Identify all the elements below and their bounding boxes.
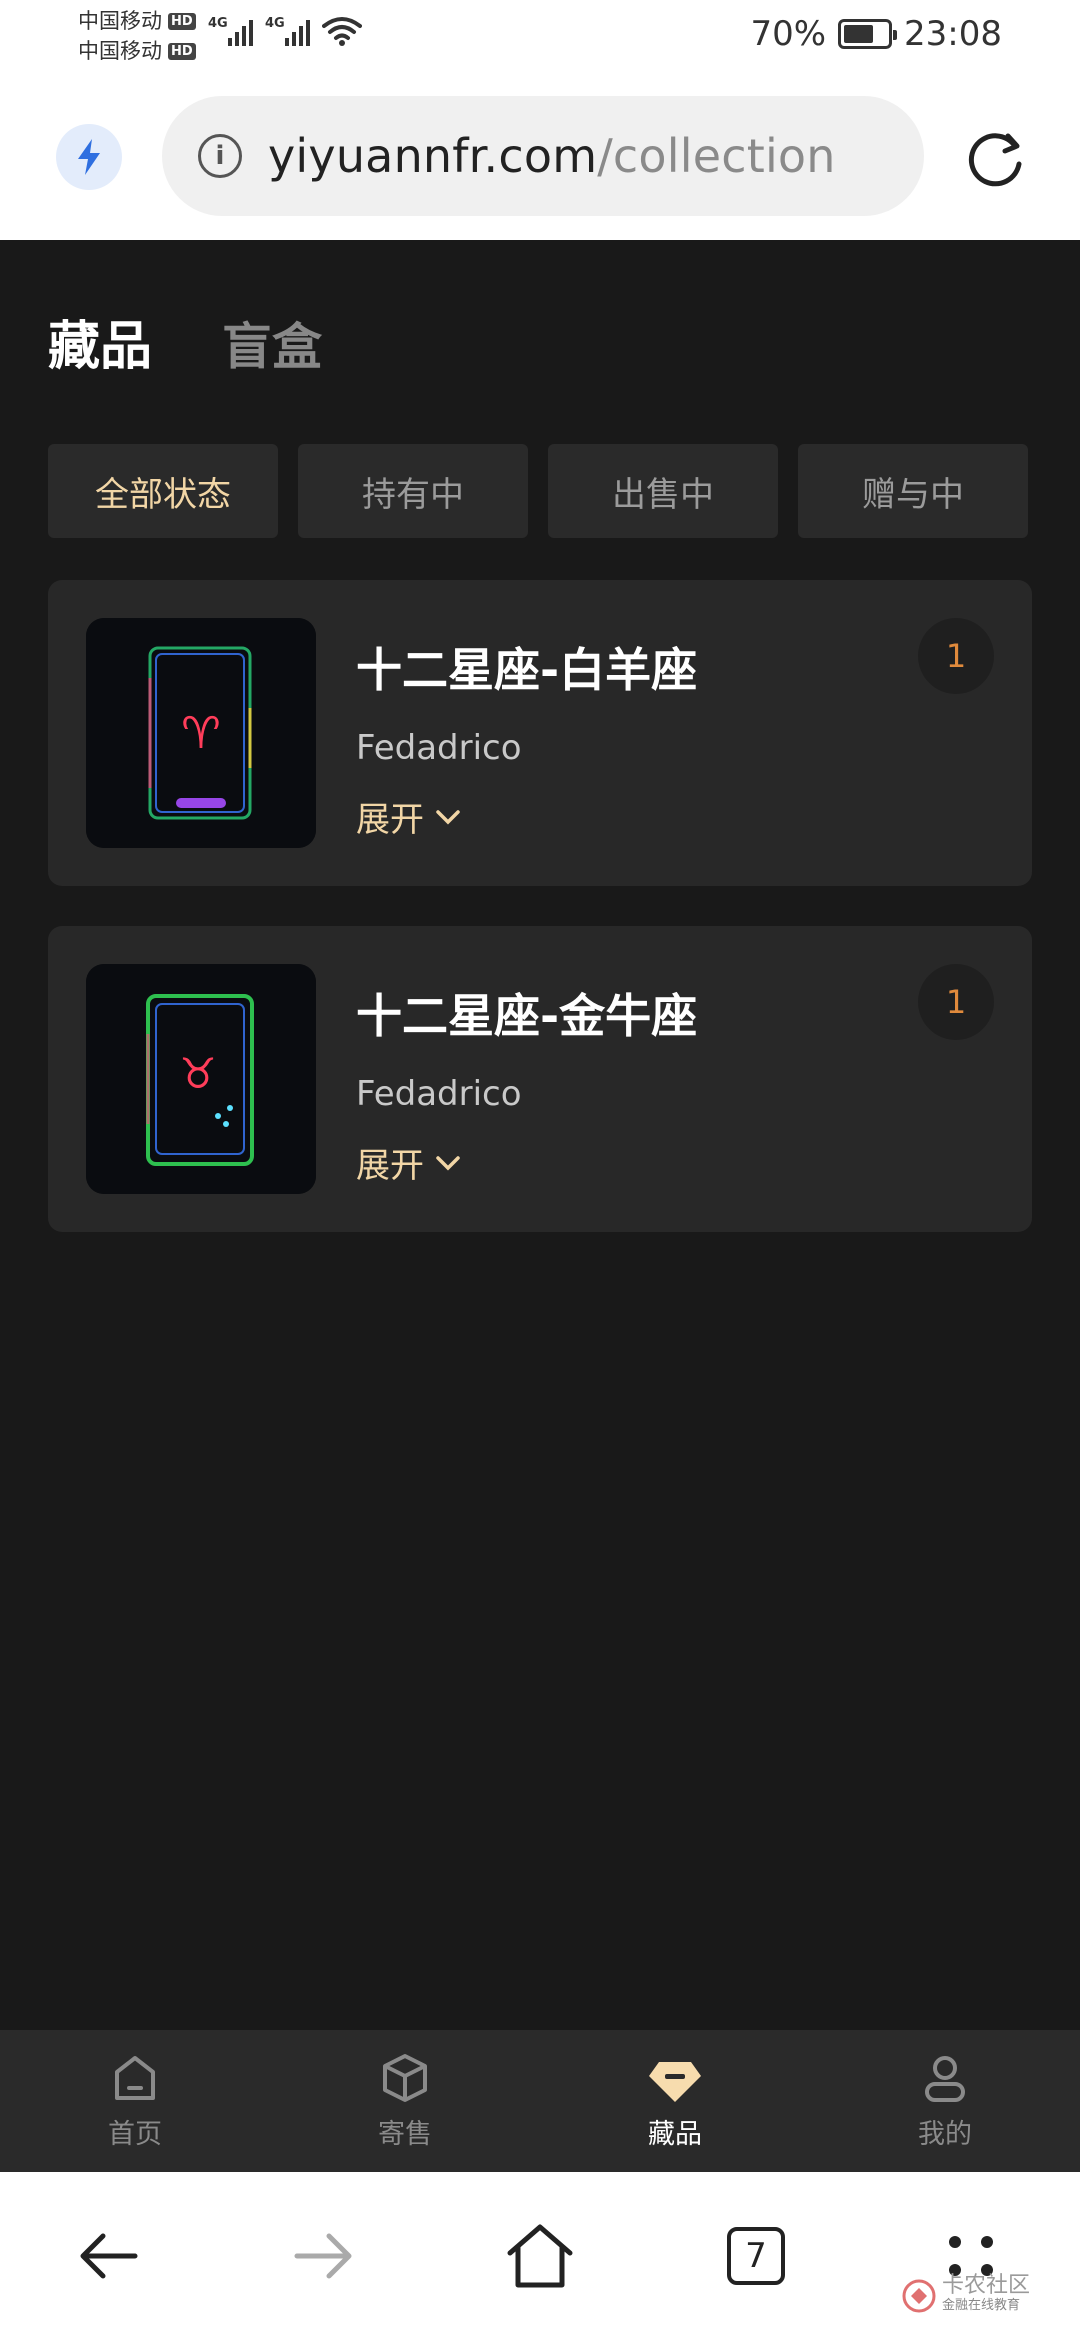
item-title[interactable]: 十二星座-白羊座 xyxy=(356,634,697,700)
filter-gifting[interactable]: 赠与中 xyxy=(798,444,1028,538)
url-domain: yiyuannfr.com xyxy=(268,129,598,183)
watermark-logo-icon xyxy=(902,2279,936,2313)
nav-consign-label: 寄售 xyxy=(378,2119,432,2150)
chevron-down-icon xyxy=(436,1155,460,1170)
battery-level xyxy=(844,25,874,43)
tab-blind-box[interactable]: 盲盒 xyxy=(222,307,322,379)
battery-icon xyxy=(838,19,898,49)
signal-group: 4G 4G xyxy=(208,16,362,46)
home-icon xyxy=(115,2056,155,2100)
item-author: Fedadrico xyxy=(356,1074,522,1114)
nft-thumbnail-aries[interactable]: ♈ xyxy=(86,618,316,848)
expand-button[interactable]: 展开 xyxy=(356,1138,462,1187)
aries-symbol: ♈ xyxy=(181,708,220,759)
item-title[interactable]: 十二星座-金牛座 xyxy=(356,980,697,1046)
status-bar: 中国移动 HD 中国移动 HD 4G 4G 70% 23:08 xyxy=(0,0,1080,78)
browser-toolbar: 7 卡农社区 金融在线教育 xyxy=(0,2172,1080,2340)
back-button[interactable] xyxy=(63,2211,153,2301)
signal-icon-2: 4G xyxy=(265,16,310,46)
nav-mine-label: 我的 xyxy=(918,2119,972,2150)
network-type-1: 4G xyxy=(208,16,228,31)
signal-icon-1: 4G xyxy=(208,16,253,46)
nav-home[interactable]: 首页 xyxy=(0,2030,270,2172)
carrier-info: 中国移动 HD 中国移动 HD xyxy=(78,6,196,66)
tabs-button[interactable]: 7 xyxy=(711,2211,801,2301)
user-icon xyxy=(925,2056,965,2102)
carrier-1: 中国移动 xyxy=(78,9,162,33)
tab-count: 7 xyxy=(727,2227,785,2285)
hd-badge-2: HD xyxy=(168,42,196,60)
carrier-2: 中国移动 xyxy=(78,39,162,63)
gem-icon xyxy=(649,2062,701,2102)
item-author: Fedadrico xyxy=(356,728,522,768)
collection-card[interactable]: ♉ 十二星座-金牛座 Fedadrico 展开 1 xyxy=(48,926,1032,1232)
expand-button[interactable]: 展开 xyxy=(356,792,462,841)
filter-on-sale[interactable]: 出售中 xyxy=(548,444,778,538)
watermark: 卡农社区 金融在线教育 xyxy=(902,2273,1030,2316)
nav-home-label: 首页 xyxy=(108,2119,162,2150)
bottom-nav: 首页 寄售 藏品 我的 xyxy=(0,2030,1080,2172)
nav-collection[interactable]: 藏品 xyxy=(540,2030,810,2172)
expand-label: 展开 xyxy=(356,1146,424,1186)
bolt-icon[interactable] xyxy=(56,124,122,190)
nav-mine[interactable]: 我的 xyxy=(810,2030,1080,2172)
filter-holding[interactable]: 持有中 xyxy=(298,444,528,538)
collection-page: 藏品 盲盒 全部状态 持有中 出售中 赠与中 ♈ 十二星座-白羊座 Fedadr… xyxy=(0,240,1080,2030)
network-type-2: 4G xyxy=(265,16,285,31)
status-filters: 全部状态 持有中 出售中 赠与中 xyxy=(48,444,1028,538)
url-field[interactable]: i yiyuannfr.com/collection xyxy=(162,96,924,216)
clock: 23:08 xyxy=(904,14,1002,54)
home-button[interactable] xyxy=(495,2211,585,2301)
nav-collection-label: 藏品 xyxy=(648,2119,702,2150)
tab-collection[interactable]: 藏品 xyxy=(48,304,152,379)
item-count-badge: 1 xyxy=(918,964,994,1040)
forward-button[interactable] xyxy=(279,2211,369,2301)
taurus-symbol: ♉ xyxy=(179,1049,217,1098)
home-icon xyxy=(507,2224,573,2288)
forward-arrow-icon xyxy=(294,2233,352,2279)
nft-thumbnail-taurus[interactable]: ♉ xyxy=(86,964,316,1194)
top-tabs: 藏品 盲盒 xyxy=(48,304,322,379)
watermark-main: 卡农社区 xyxy=(941,2273,1030,2298)
collection-card[interactable]: ♈ 十二星座-白羊座 Fedadrico 展开 1 xyxy=(48,580,1032,886)
wifi-icon xyxy=(322,17,362,46)
browser-address-bar: i yiyuannfr.com/collection xyxy=(0,78,1080,240)
back-arrow-icon xyxy=(80,2233,138,2279)
more-icon xyxy=(949,2236,995,2276)
reload-icon[interactable] xyxy=(960,124,1030,194)
expand-label: 展开 xyxy=(356,800,424,840)
box-icon xyxy=(383,2054,427,2102)
filter-all-status[interactable]: 全部状态 xyxy=(48,444,278,538)
battery-percent: 70% xyxy=(750,14,827,54)
watermark-sub: 金融在线教育 xyxy=(941,2298,1020,2313)
url-path: /collection xyxy=(597,129,836,183)
chevron-down-icon xyxy=(436,809,460,824)
hd-badge-1: HD xyxy=(168,12,196,30)
nav-consign[interactable]: 寄售 xyxy=(270,2030,540,2172)
item-count-badge: 1 xyxy=(918,618,994,694)
info-icon[interactable]: i xyxy=(198,134,242,178)
url-text[interactable]: yiyuannfr.com/collection xyxy=(268,129,836,183)
